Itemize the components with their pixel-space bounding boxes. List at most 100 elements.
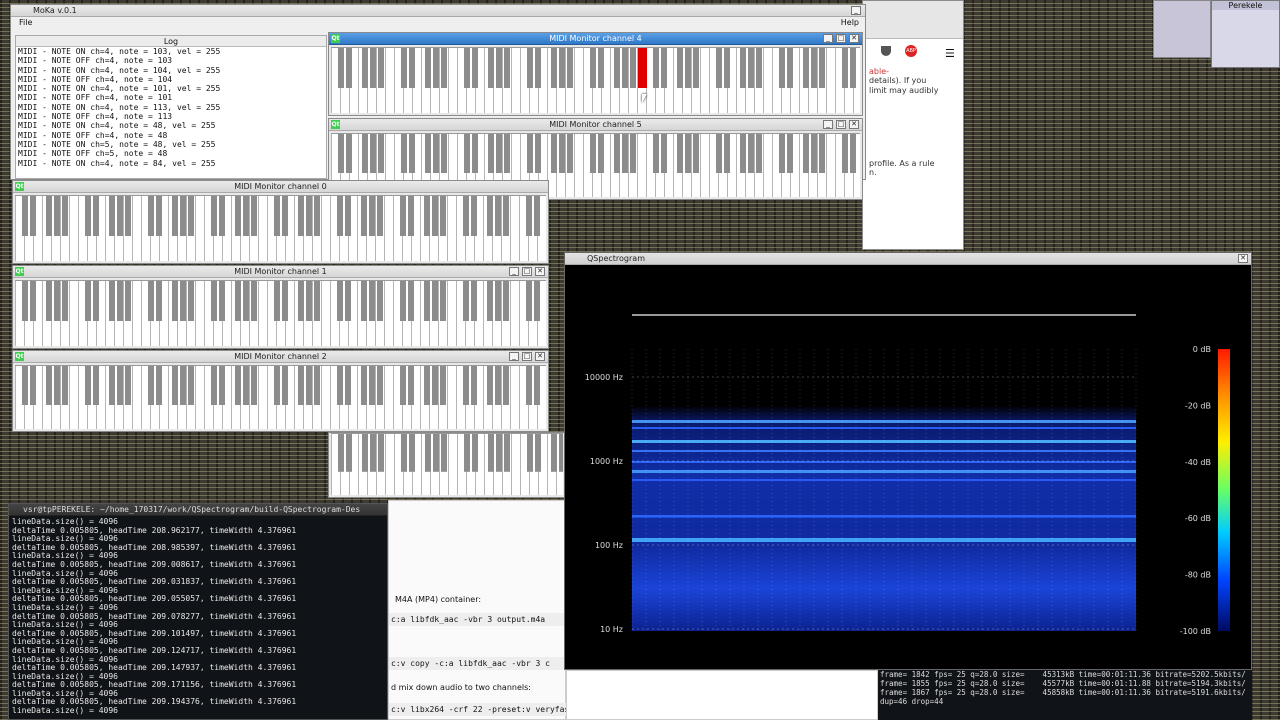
- menu-icon[interactable]: ☰: [945, 47, 955, 60]
- user-panel[interactable]: Perekele: [1211, 0, 1280, 68]
- close-button[interactable]: ✕: [535, 267, 545, 276]
- maximize-button[interactable]: □: [836, 34, 846, 43]
- page-text-5: n.: [869, 168, 877, 177]
- menu-file[interactable]: File: [19, 18, 32, 27]
- colorbar-tick-label: -60 dB: [1185, 514, 1211, 523]
- log-line: MIDI - NOTE OFF ch=5, note = 48: [18, 149, 168, 159]
- qspectrogram-window[interactable]: QSpectrogram ✕ 10000 Hz 1000 Hz 100 Hz 10 H…: [564, 252, 1252, 670]
- colorbar: [1218, 349, 1230, 631]
- colorbar-tick-label: 0 dB: [1193, 345, 1211, 354]
- spectral-band: [632, 427, 1136, 429]
- piano-keyboard[interactable]: [331, 433, 563, 495]
- maximize-button[interactable]: □: [522, 267, 532, 276]
- doc-code-2: c:v copy -c:a libfdk_aac -vbr 3 c: [389, 657, 567, 671]
- spectrogram-background: [632, 349, 1136, 631]
- terminal-line: lineData.size() = 4096: [12, 706, 118, 716]
- spectral-band: [632, 479, 1136, 481]
- terminal-output: lineData.size() = 4096 deltaTime 0.005805…: [9, 516, 387, 716]
- midi-monitor-hidden[interactable]: [328, 432, 566, 498]
- ffmpeg-line-1: frame= 1855 fps= 25 q=28.0 size= 45577kB…: [880, 679, 1246, 688]
- window-title: MIDI Monitor channel 2: [234, 352, 327, 361]
- minimize-button[interactable]: _: [823, 120, 833, 129]
- piano-keyboard[interactable]: [331, 47, 860, 113]
- close-button[interactable]: ✕: [1238, 254, 1248, 263]
- pocket-icon[interactable]: [881, 46, 891, 56]
- document-pane: M4A (MP4) container: c:a libfdk_aac -vbr…: [388, 500, 584, 720]
- qt-icon: Qt: [15, 182, 24, 191]
- build-terminal[interactable]: vsr@tpPEREKELE: ~/home_170317/work/QSpec…: [8, 503, 388, 720]
- close-button[interactable]: ✕: [849, 120, 859, 129]
- window-title: MIDI Monitor channel 1: [234, 267, 327, 276]
- browser-footer: [566, 670, 878, 720]
- piano-keyboard[interactable]: [15, 280, 546, 346]
- colorbar-tick-label: -100 dB: [1180, 627, 1211, 636]
- close-button[interactable]: ✕: [849, 34, 859, 43]
- page-text-3: limit may audibly: [869, 86, 939, 95]
- adblock-icon[interactable]: ABP: [905, 45, 917, 57]
- ffmpeg-line-3: dup=46 drop=44: [880, 697, 944, 706]
- qt-icon: Qt: [331, 120, 340, 129]
- log-line: MIDI - NOTE OFF ch=4, note = 101: [18, 93, 173, 103]
- log-line: MIDI - NOTE ON ch=4, note = 84, vel = 25…: [18, 158, 216, 168]
- page-text-2[interactable]: details). If you: [869, 76, 926, 85]
- page-text-4: profile. As a rule: [869, 159, 935, 168]
- qt-icon: Qt: [15, 352, 24, 361]
- window-title: QSpectrogram: [587, 254, 645, 263]
- doc-text-2: d mix down audio to two channels:: [391, 683, 531, 692]
- colorbar-tick-label: -80 dB: [1185, 571, 1211, 580]
- desktop-thumbnail: [1153, 0, 1211, 58]
- doc-code-1: c:a libfdk_aac -vbr 3 output.m4a: [389, 613, 567, 627]
- frequency-tick-label: 10000 Hz: [585, 373, 623, 382]
- doc-text-1: M4A (MP4) container:: [395, 595, 482, 604]
- frequency-tick-label: 100 Hz: [595, 541, 623, 550]
- log-list: MIDI - NOTE ON ch=4, note = 103, vel = 2…: [16, 47, 326, 168]
- log-line: MIDI - NOTE ON ch=4, note = 104, vel = 2…: [18, 65, 221, 75]
- minimize-button[interactable]: _: [823, 34, 833, 43]
- active-key[interactable]: [638, 48, 647, 89]
- menu-help[interactable]: Help: [841, 17, 859, 28]
- midi-monitor-ch1[interactable]: Qt MIDI Monitor channel 1 _ □ ✕: [12, 265, 549, 349]
- user-panel-label: Perekele: [1212, 1, 1279, 10]
- ffmpeg-terminal[interactable]: frame= 1842 fps= 25 q=28.0 size= 45313kB…: [878, 670, 1252, 720]
- browser-window: ABP ☰ able- details). If you limit may a…: [862, 0, 964, 250]
- menubar: File Help: [11, 17, 865, 28]
- frequency-tick-label: 10 Hz: [600, 625, 623, 634]
- log-line: MIDI - NOTE OFF ch=4, note = 48: [18, 130, 168, 140]
- log-line: MIDI - NOTE ON ch=4, note = 103, vel = 2…: [18, 47, 221, 56]
- minimize-button[interactable]: _: [851, 6, 861, 15]
- ffmpeg-line-0: frame= 1842 fps= 25 q=28.0 size= 45313kB…: [880, 670, 1246, 679]
- log-line: MIDI - NOTE OFF ch=4, note = 113: [18, 112, 173, 122]
- window-title: MIDI Monitor channel 0: [234, 182, 327, 191]
- spectral-band: [632, 450, 1136, 452]
- log-line: MIDI - NOTE ON ch=4, note = 113, vel = 2…: [18, 102, 221, 112]
- frequency-tick-label: 1000 Hz: [590, 457, 623, 466]
- window-title: MIDI Monitor channel 5: [549, 120, 642, 129]
- spectrogram-plot: 10000 Hz 1000 Hz 100 Hz 10 Hz 0 dB -20 dB -40…: [585, 314, 1230, 636]
- window-title: MoKa v.0.1: [33, 6, 77, 15]
- piano-keyboard[interactable]: [15, 195, 546, 261]
- log-line: MIDI - NOTE ON ch=4, note = 48, vel = 25…: [18, 121, 216, 131]
- midi-monitor-ch0[interactable]: Qt MIDI Monitor channel 0: [12, 180, 549, 264]
- minimize-button[interactable]: _: [509, 352, 519, 361]
- qt-icon: Qt: [331, 34, 340, 43]
- spectral-band: [632, 470, 1136, 473]
- window-title: MIDI Monitor channel 4: [549, 34, 642, 43]
- midi-monitor-ch2[interactable]: Qt MIDI Monitor channel 2 _ □ ✕: [12, 350, 549, 432]
- colorbar-tick-label: -40 dB: [1185, 458, 1211, 467]
- doc-code-3: c:v libx264 -crf 22 -preset:v veryfast \: [389, 703, 584, 717]
- maximize-button[interactable]: □: [522, 352, 532, 361]
- spectral-band: [632, 515, 1136, 517]
- ffmpeg-line-2: frame= 1867 fps= 25 q=28.0 size= 45858kB…: [880, 688, 1246, 697]
- log-panel: Log MIDI - NOTE ON ch=4, note = 103, vel…: [15, 35, 327, 179]
- piano-keyboard[interactable]: [15, 365, 546, 429]
- midi-monitor-ch4[interactable]: Qt MIDI Monitor channel 4 _ □ ✕: [328, 32, 863, 116]
- page-text-1: able-: [869, 67, 890, 76]
- log-line: MIDI - NOTE OFF ch=4, note = 104: [18, 74, 173, 84]
- minimize-button[interactable]: _: [509, 267, 519, 276]
- log-line: MIDI - NOTE ON ch=4, note = 101, vel = 2…: [18, 84, 221, 94]
- log-line: MIDI - NOTE ON ch=5, note = 48, vel = 25…: [18, 139, 216, 149]
- colorbar-tick-label: -20 dB: [1185, 401, 1211, 410]
- close-button[interactable]: ✕: [535, 352, 545, 361]
- maximize-button[interactable]: □: [836, 120, 846, 129]
- log-line: MIDI - NOTE OFF ch=4, note = 103: [18, 56, 173, 66]
